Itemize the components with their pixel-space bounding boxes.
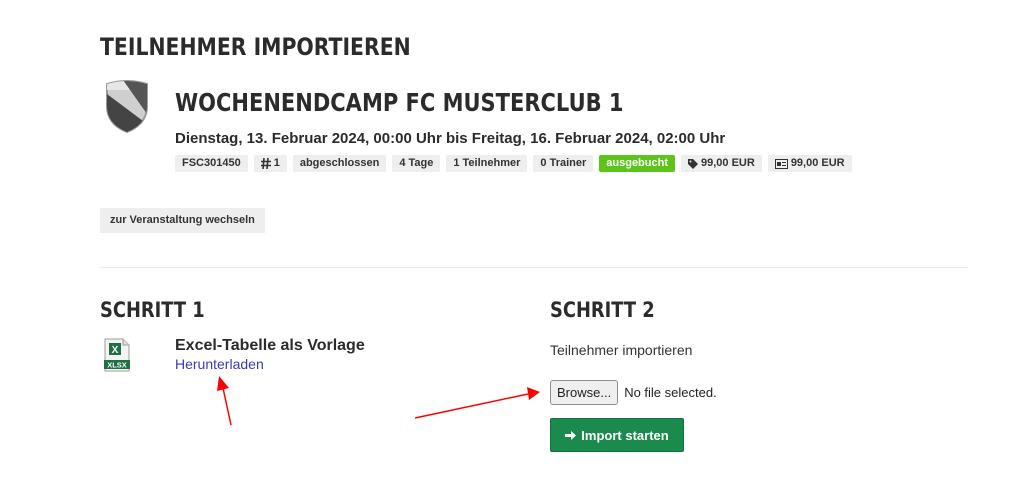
- section-divider: [100, 267, 968, 268]
- annotation-arrows: [217, 376, 540, 426]
- file-status: No file selected.: [624, 385, 717, 400]
- badge-duration-label: 4 Tage: [399, 157, 434, 169]
- badge-trainers-label: 0 Trainer: [540, 157, 587, 169]
- download-template-link[interactable]: Herunterladen: [175, 356, 264, 372]
- badge-participants-label: 1 Teilnehmer: [453, 157, 521, 169]
- browse-button[interactable]: Browse...: [550, 380, 619, 405]
- file-input: Browse... No file selected.: [550, 380, 717, 405]
- badge-event-code: FSC301450: [175, 155, 248, 172]
- annotation-arrow-browse: [414, 387, 540, 419]
- badge-price-card: 99,00 EUR: [767, 155, 852, 172]
- annotation-arrow-download: [217, 376, 232, 426]
- event-title: WOCHENENDCAMP FC MUSTERCLUB 1: [175, 88, 624, 117]
- badge-participants: 1 Teilnehmer: [446, 155, 528, 172]
- badge-trainers: 0 Trainer: [533, 155, 594, 172]
- badge-availability-label: ausgebucht: [606, 157, 668, 169]
- badge-event-number-label: 1: [273, 157, 280, 169]
- badge-availability: ausgebucht: [599, 155, 675, 172]
- badge-event-code-label: FSC301450: [182, 157, 241, 169]
- step2-heading: SCHRITT 2: [550, 298, 655, 322]
- svg-text:X: X: [112, 345, 119, 356]
- card-icon: [774, 158, 788, 169]
- badge-event-number: 1: [253, 155, 287, 172]
- xlsx-file-icon: X XLSX: [104, 338, 130, 372]
- badge-price-label: 99,00 EUR: [701, 157, 755, 169]
- hash-icon: [260, 158, 271, 169]
- event-badges: FSC301450 1 abgeschlossen 4 Tage 1 Teiln…: [175, 155, 852, 172]
- badge-status: abgeschlossen: [292, 155, 387, 172]
- badge-price-card-label: 99,00 EUR: [790, 157, 845, 169]
- switch-event-button[interactable]: zur Veranstaltung wechseln: [100, 208, 265, 233]
- badge-status-label: abgeschlossen: [299, 157, 380, 169]
- badge-price: 99,00 EUR: [681, 155, 762, 172]
- xlsx-icon-label: XLSX: [107, 361, 127, 370]
- badge-duration: 4 Tage: [392, 155, 441, 172]
- step1-heading: SCHRITT 1: [100, 298, 205, 322]
- import-label: Teilnehmer importieren: [550, 342, 693, 358]
- import-start-button[interactable]: Import starten: [550, 418, 684, 452]
- tag-icon: [688, 158, 698, 169]
- arrow-right-icon: [565, 430, 577, 440]
- page-title: TEILNEHMER IMPORTIEREN: [100, 33, 411, 61]
- import-start-label: Import starten: [581, 427, 669, 443]
- template-title: Excel-Tabelle als Vorlage: [175, 337, 365, 354]
- club-shield-icon: [106, 80, 148, 134]
- event-dates: Dienstag, 13. Februar 2024, 00:00 Uhr bi…: [175, 130, 726, 147]
